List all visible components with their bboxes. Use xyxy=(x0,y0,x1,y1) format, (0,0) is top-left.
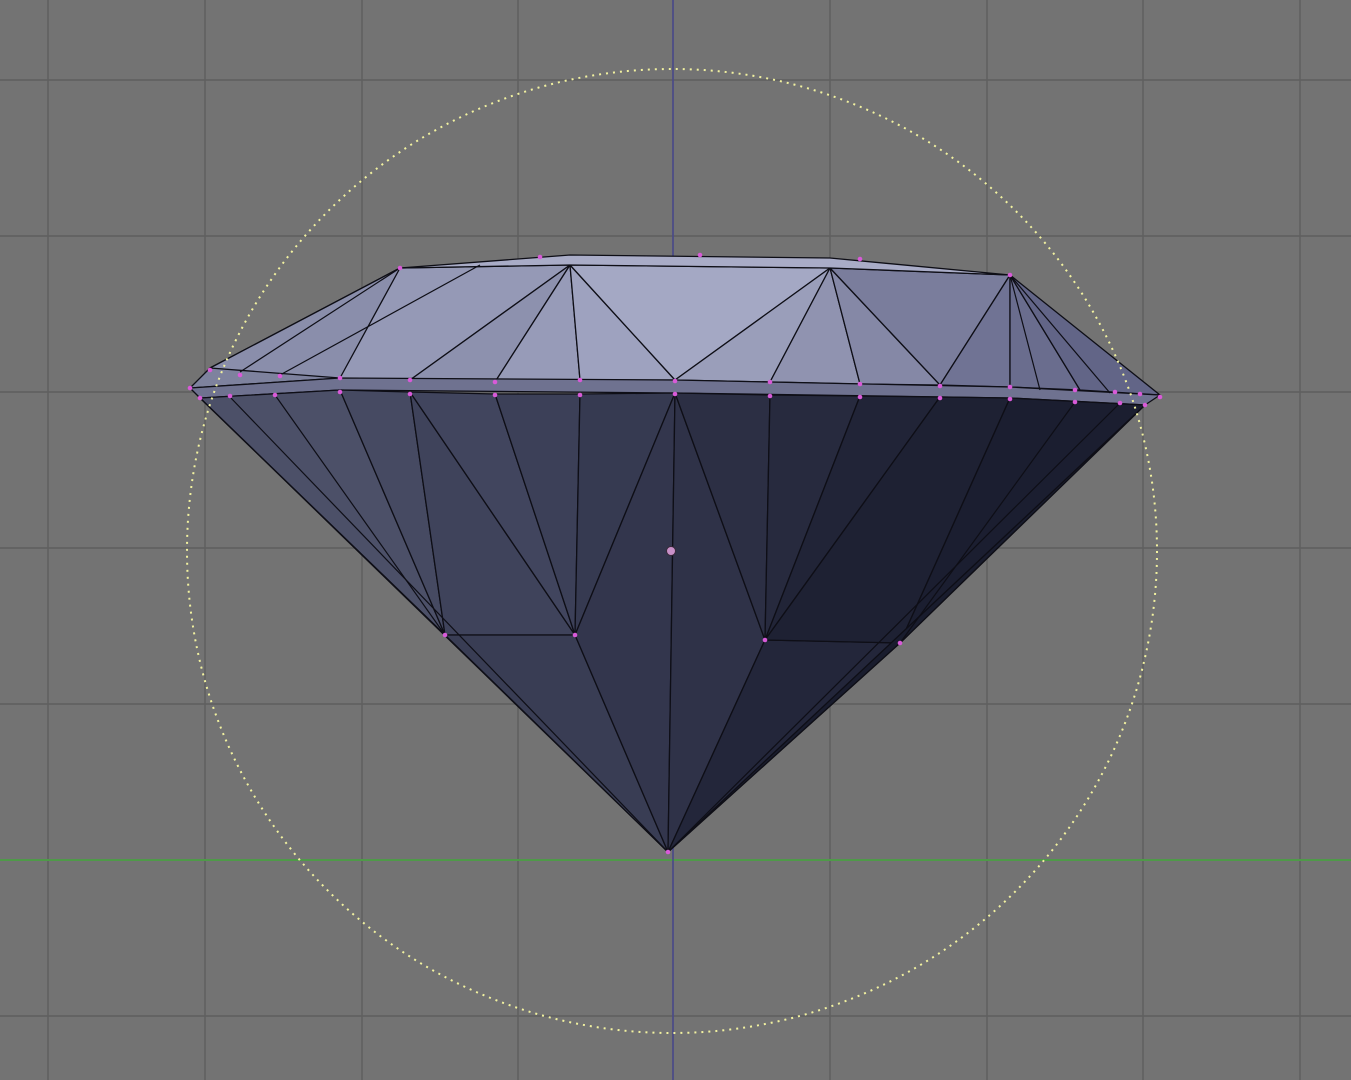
mesh-vertex[interactable] xyxy=(337,375,343,381)
mesh-vertex[interactable] xyxy=(492,392,498,398)
crown-faces[interactable] xyxy=(189,254,1161,396)
mesh-vertex[interactable] xyxy=(1112,389,1118,395)
mesh-vertex[interactable] xyxy=(577,377,583,383)
mesh-vertex[interactable] xyxy=(537,254,543,260)
mesh-vertex[interactable] xyxy=(937,395,943,401)
mesh-vertex[interactable] xyxy=(442,632,448,638)
viewport-canvas[interactable] xyxy=(0,0,1351,1080)
mesh-vertex[interactable] xyxy=(665,849,671,855)
mesh-vertex[interactable] xyxy=(1007,272,1013,278)
pavilion-faces[interactable] xyxy=(199,389,1146,853)
mesh-vertex[interactable] xyxy=(187,385,193,391)
mesh-vertex[interactable] xyxy=(857,394,863,400)
mesh-vertex[interactable] xyxy=(767,379,773,385)
mesh-vertex[interactable] xyxy=(762,637,768,643)
mesh-vertex[interactable] xyxy=(697,252,703,258)
object-origin-icon[interactable] xyxy=(666,546,676,556)
mesh-vertex[interactable] xyxy=(857,381,863,387)
mesh-vertex[interactable] xyxy=(492,379,498,385)
mesh-vertex[interactable] xyxy=(577,392,583,398)
diamond-mesh[interactable] xyxy=(187,252,1163,855)
mesh-vertex[interactable] xyxy=(337,389,343,395)
mesh-vertex[interactable] xyxy=(207,367,213,373)
mesh-vertex[interactable] xyxy=(407,377,413,383)
mesh-vertex[interactable] xyxy=(1137,391,1143,397)
mesh-vertex[interactable] xyxy=(1007,384,1013,390)
mesh-vertex[interactable] xyxy=(1072,387,1078,393)
mesh-vertex[interactable] xyxy=(1117,400,1123,406)
mesh-vertex[interactable] xyxy=(672,378,678,384)
mesh-vertex[interactable] xyxy=(672,391,678,397)
mesh-vertex[interactable] xyxy=(1142,402,1148,408)
mesh-vertex[interactable] xyxy=(937,383,943,389)
mesh-vertex[interactable] xyxy=(237,372,243,378)
mesh-vertex[interactable] xyxy=(857,256,863,262)
mesh-vertex[interactable] xyxy=(897,640,903,646)
mesh-vertex[interactable] xyxy=(197,395,203,401)
mesh-vertex[interactable] xyxy=(407,391,413,397)
mesh-vertex[interactable] xyxy=(227,393,233,399)
3d-viewport[interactable] xyxy=(0,0,1351,1080)
mesh-vertex[interactable] xyxy=(397,265,403,271)
mesh-vertex[interactable] xyxy=(277,373,283,379)
mesh-vertex[interactable] xyxy=(272,392,278,398)
mesh-vertex[interactable] xyxy=(1072,399,1078,405)
mesh-vertex[interactable] xyxy=(1157,394,1163,400)
mesh-vertex[interactable] xyxy=(1007,396,1013,402)
mesh-vertex[interactable] xyxy=(572,632,578,638)
mesh-vertex[interactable] xyxy=(767,393,773,399)
